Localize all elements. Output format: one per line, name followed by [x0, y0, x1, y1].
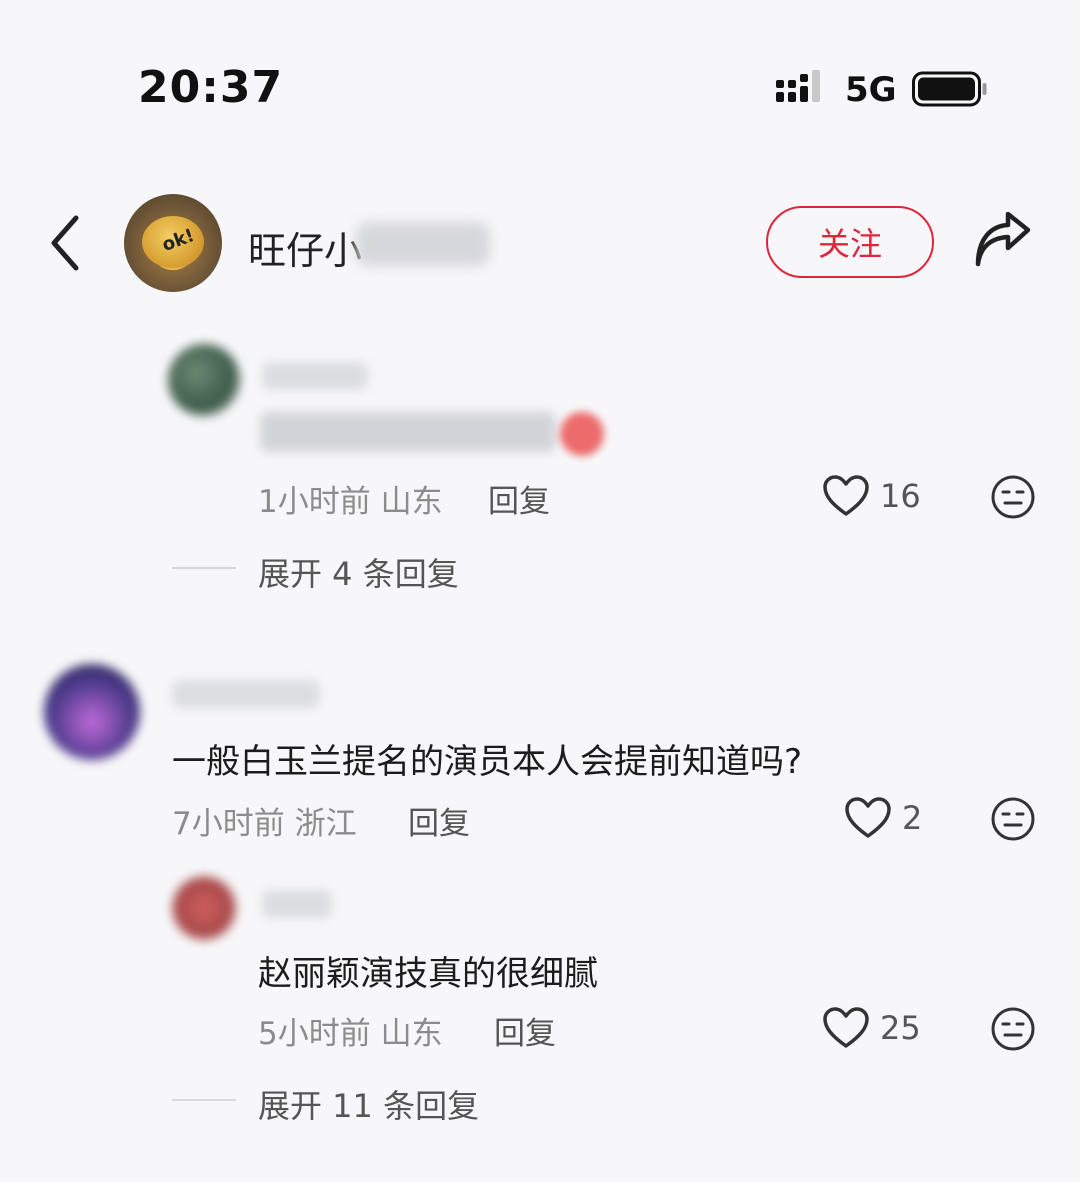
- reply-button[interactable]: 回复: [488, 476, 550, 521]
- heart-icon: [823, 1007, 869, 1048]
- reply-button[interactable]: 回复: [494, 1008, 556, 1053]
- expand-replies-button[interactable]: 展开 11 条回复: [258, 1081, 479, 1127]
- expand-replies-button[interactable]: 展开 4 条回复: [258, 549, 459, 595]
- neutral-face-icon[interactable]: [990, 474, 1036, 520]
- comment-text: 一般白玉兰提名的演员本人会提前知道吗?: [172, 742, 803, 782]
- commenter-name-blurred: [172, 680, 320, 708]
- commenter-avatar[interactable]: [44, 664, 140, 760]
- comment-text-blurred: [260, 412, 556, 452]
- neutral-face-icon[interactable]: [990, 1006, 1036, 1052]
- heart-icon: [845, 797, 891, 838]
- like-count: 25: [880, 1009, 921, 1047]
- battery-icon: [912, 71, 987, 107]
- comment-meta: 7小时前 浙江: [172, 806, 357, 842]
- reply-button[interactable]: 回复: [408, 798, 470, 843]
- share-icon[interactable]: [970, 212, 1034, 272]
- comment-meta: 1小时前 山东: [258, 484, 443, 520]
- expand-divider: [172, 567, 236, 569]
- follow-button[interactable]: 关注: [766, 206, 934, 278]
- author-name[interactable]: 旺仔小: [248, 220, 362, 275]
- comment-meta: 5小时前 山东: [258, 1016, 443, 1052]
- author-name-blurred: [356, 222, 490, 266]
- comment-text: 赵丽颖演技真的很细腻: [258, 954, 598, 994]
- like-button[interactable]: 2: [844, 796, 922, 840]
- like-count: 16: [880, 477, 921, 515]
- signal-icon: [776, 70, 820, 102]
- like-button[interactable]: 25: [822, 1006, 921, 1050]
- neutral-face-icon[interactable]: [990, 796, 1036, 842]
- like-button[interactable]: 16: [822, 474, 921, 518]
- author-avatar[interactable]: ok!: [124, 194, 222, 292]
- network-label: 5G: [845, 70, 897, 110]
- expand-divider: [172, 1099, 236, 1101]
- emoji-blurred: [560, 412, 604, 456]
- heart-icon: [823, 475, 869, 516]
- commenter-avatar[interactable]: [172, 876, 236, 940]
- back-arrow-icon[interactable]: [40, 208, 92, 278]
- commenter-name-blurred: [262, 890, 332, 918]
- commenter-avatar[interactable]: [168, 344, 240, 416]
- like-count: 2: [902, 799, 923, 837]
- status-time: 20:37: [138, 62, 284, 113]
- commenter-name-blurred: [262, 362, 368, 390]
